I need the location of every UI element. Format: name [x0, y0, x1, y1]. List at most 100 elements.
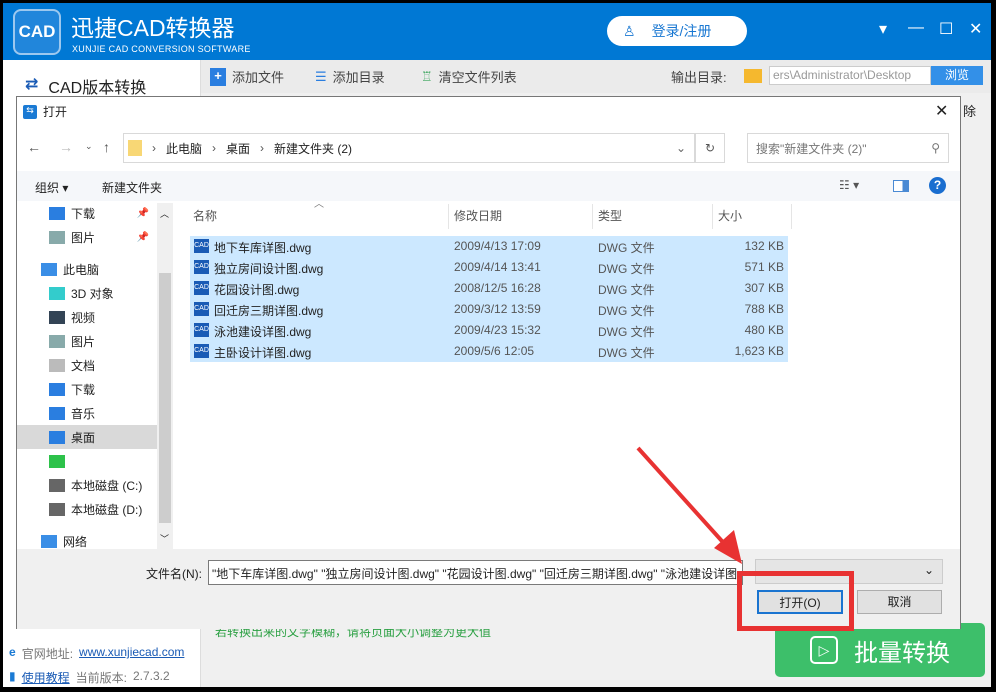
column-header-type[interactable]: 类型 — [594, 204, 713, 229]
file-type: DWG 文件 — [598, 283, 655, 297]
nav-item-label: 此电脑 — [63, 262, 100, 277]
organize-menu[interactable]: 组织 ▾ — [35, 179, 68, 196]
file-date: 2009/4/14 13:41 — [454, 260, 541, 274]
column-header-size[interactable]: 大小 — [714, 204, 792, 229]
file-size: 571 KB — [744, 260, 784, 274]
search-input[interactable]: 搜索"新建文件夹 (2)" ⚲ — [747, 133, 949, 163]
add-directory-label: 添加目录 — [332, 70, 385, 85]
file-row[interactable]: CAD 独立房间设计图.dwg 2009/4/14 13:41 DWG 文件 571 K… — [190, 257, 788, 278]
chevron-right-icon: › — [152, 141, 156, 155]
nav-item[interactable]: 下载 — [17, 377, 173, 401]
network-icon — [41, 534, 57, 548]
nav-item[interactable]: 本地磁盘 (C:) — [17, 473, 173, 497]
scrollbar-thumb[interactable] — [159, 273, 171, 523]
file-row[interactable]: CAD 泳池建设详图.dwg 2009/4/23 15:32 DWG 文件 480 KB — [190, 320, 788, 341]
website-link[interactable]: www.xunjiecad.com — [79, 645, 184, 662]
tutorial-link[interactable]: 使用教程 — [22, 669, 70, 686]
maximize-button[interactable]: ☐ — [939, 19, 953, 39]
dwg-file-icon: CAD — [194, 239, 209, 253]
refresh-button[interactable]: ↻ — [695, 133, 725, 163]
sidebar-item-cad-version[interactable]: ⇄ CAD版本转换 — [25, 74, 146, 98]
menu-icon[interactable]: ▾ — [879, 19, 887, 39]
dwg-file-icon: CAD — [194, 302, 209, 316]
column-header-date[interactable]: 修改日期 — [450, 204, 593, 229]
add-directory-button[interactable]: ☰ 添加目录 — [315, 67, 385, 86]
book-icon: ▮ — [9, 669, 16, 683]
breadcrumb-item[interactable]: 桌面 — [226, 140, 250, 157]
minimize-button[interactable]: — — [908, 19, 924, 37]
file-name: 主卧设计详图.dwg — [214, 346, 312, 360]
address-dropdown[interactable]: ⌄ — [676, 141, 686, 155]
file-type: DWG 文件 — [598, 304, 655, 318]
website-label: 官网地址: — [21, 647, 74, 661]
address-bar[interactable]: › 此电脑 › 桌面 › 新建文件夹 (2) ⌄ — [123, 133, 695, 163]
app-subtitle: XUNJIE CAD CONVERSION SOFTWARE — [72, 44, 251, 54]
nav-item[interactable]: 音乐 — [17, 401, 173, 425]
file-date: 2009/5/6 12:05 — [454, 344, 535, 358]
view-options-button[interactable]: ☷ ▾ — [839, 178, 859, 192]
nav-item[interactable]: 下载 📌 — [17, 201, 173, 225]
broom-icon: ♖ — [421, 68, 433, 84]
breadcrumb-item[interactable]: 新建文件夹 (2) — [274, 140, 352, 157]
file-row[interactable]: CAD 主卧设计详图.dwg 2009/5/6 12:05 DWG 文件 1,623 K… — [190, 341, 788, 362]
output-dir-input[interactable]: ers\Administrator\Desktop — [769, 66, 931, 85]
nav-item[interactable]: 图片 — [17, 329, 173, 353]
chevron-right-icon: › — [260, 141, 265, 155]
3d-objects-icon — [49, 286, 65, 300]
back-button[interactable]: ← — [27, 139, 41, 155]
close-button[interactable]: ✕ — [969, 19, 982, 39]
nav-item[interactable]: 图片 📌 — [17, 225, 173, 249]
preview-pane-icon[interactable] — [893, 180, 909, 192]
login-label: 登录/注册 — [651, 23, 712, 39]
recent-dropdown[interactable]: ⌄ — [85, 141, 93, 152]
nav-item[interactable]: 3D 对象 — [17, 281, 173, 305]
clear-list-button[interactable]: ♖ 清空文件列表 — [421, 67, 517, 86]
app-logo: CAD — [13, 9, 61, 55]
nav-item-label: 文档 — [71, 358, 96, 373]
login-button[interactable]: ♙ 登录/注册 — [607, 16, 747, 46]
cancel-button[interactable]: 取消 — [857, 590, 942, 614]
nav-scrollbar[interactable]: ︿ ﹀ — [157, 203, 173, 549]
red-arrow-annotation — [636, 446, 742, 564]
delete-button-partial[interactable]: 除 — [963, 101, 976, 120]
file-name: 泳池建设详图.dwg — [214, 325, 312, 339]
nav-item[interactable] — [17, 449, 173, 473]
file-size: 788 KB — [744, 302, 784, 316]
forward-button[interactable]: → — [59, 139, 73, 155]
breadcrumb-item[interactable]: 此电脑 — [166, 140, 202, 157]
folder-icon — [744, 69, 762, 83]
play-icon: ▷ — [810, 636, 838, 664]
file-row[interactable]: CAD 花园设计图.dwg 2008/12/5 16:28 DWG 文件 307 KB — [190, 278, 788, 299]
app-drive-icon — [49, 454, 65, 468]
pictures-icon — [49, 230, 65, 244]
dwg-file-icon: CAD — [194, 260, 209, 274]
add-file-label: 添加文件 — [232, 70, 285, 85]
file-name: 地下车库详图.dwg — [214, 241, 312, 255]
add-file-button[interactable]: + 添加文件 — [210, 67, 284, 86]
highlight-box — [737, 571, 854, 631]
nav-item[interactable]: 此电脑 — [17, 257, 173, 281]
help-icon[interactable]: ? — [929, 177, 946, 194]
nav-item[interactable]: 视频 — [17, 305, 173, 329]
convert-icon: ⇄ — [25, 76, 39, 93]
file-date: 2009/3/12 13:59 — [454, 302, 541, 316]
nav-item-label: 桌面 — [71, 430, 96, 445]
batch-convert-button[interactable]: ▷ 批量转换 — [775, 623, 985, 677]
nav-item[interactable]: 桌面 — [17, 425, 173, 449]
navigation-pane: 下载 📌 图片 📌 此电脑 3D 对象 视频 图片文档下载音乐桌面本地磁盘 (C:) 本地磁盘 … — [17, 201, 173, 551]
column-header-name[interactable]: 名称 — [189, 204, 449, 229]
file-date: 2009/4/13 17:09 — [454, 239, 541, 253]
dialog-close-button[interactable]: ✕ — [935, 101, 948, 121]
file-row[interactable]: CAD 地下车库详图.dwg 2009/4/13 17:09 DWG 文件 132 KB — [190, 236, 788, 257]
up-button[interactable]: ↑ — [103, 139, 110, 155]
file-row[interactable]: CAD 回迁房三期详图.dwg 2009/3/12 13:59 DWG 文件 788 K… — [190, 299, 788, 320]
nav-item[interactable]: 文档 — [17, 353, 173, 377]
browse-button[interactable]: 浏览 — [931, 66, 983, 85]
file-size: 480 KB — [744, 323, 784, 337]
add-file-icon: + — [210, 67, 226, 86]
nav-item[interactable]: 本地磁盘 (D:) — [17, 497, 173, 521]
video-icon — [49, 310, 65, 324]
file-type: DWG 文件 — [598, 262, 655, 276]
nav-item-label: 音乐 — [71, 406, 96, 421]
new-folder-button[interactable]: 新建文件夹 — [102, 179, 162, 196]
